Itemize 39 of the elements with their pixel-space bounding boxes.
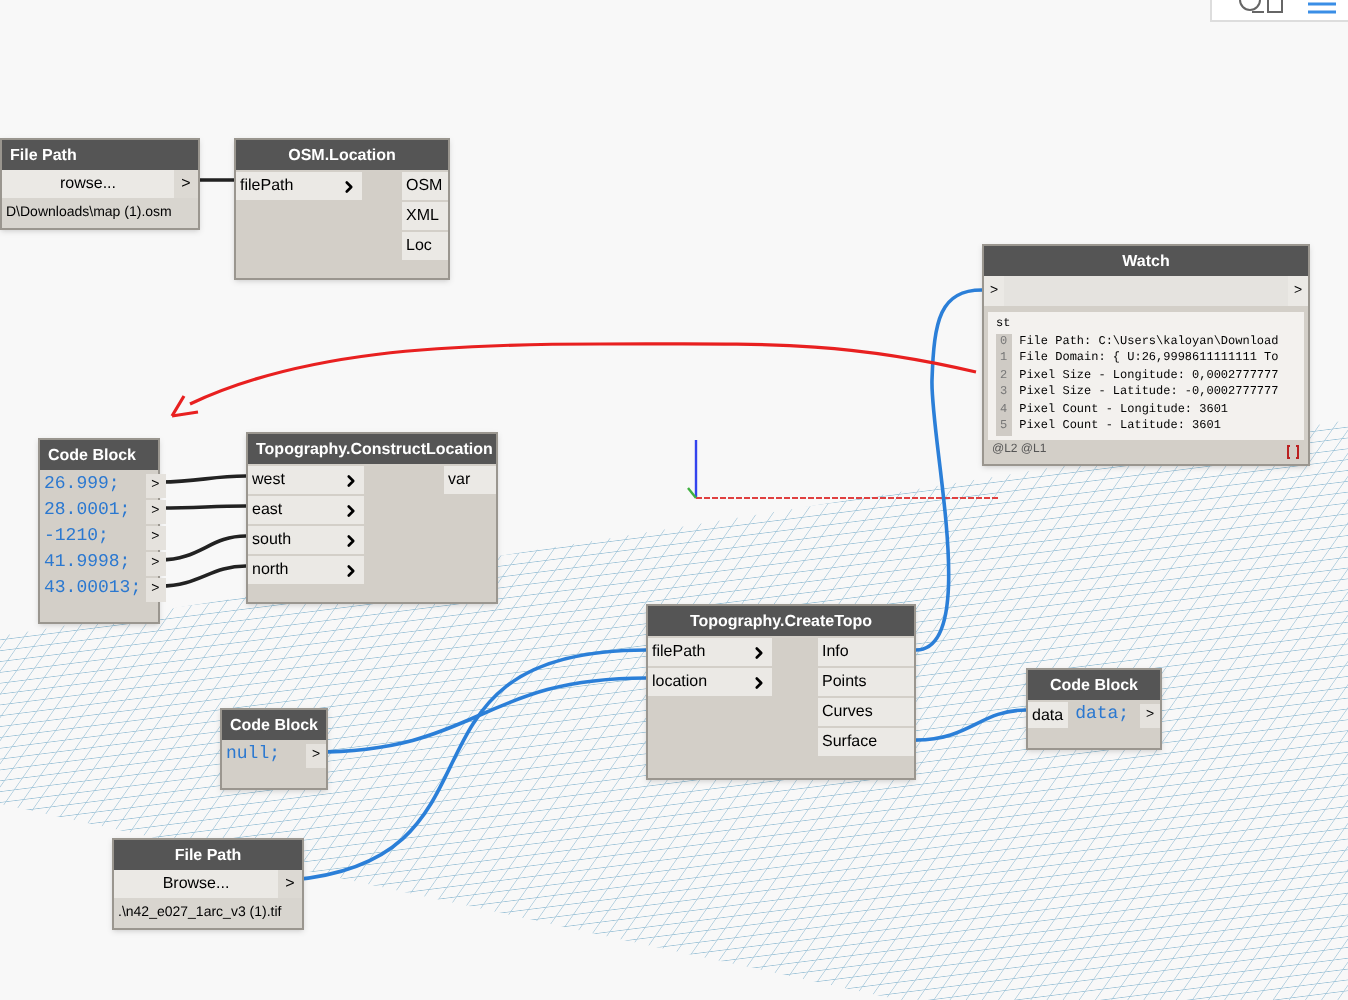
- input-port[interactable]: data: [1028, 702, 1068, 728]
- node-title: File Path: [114, 840, 302, 870]
- output-port[interactable]: >: [278, 870, 302, 898]
- function-node[interactable]: Topography.CreateTopo filePath location Info Points Curves Surface: [646, 604, 916, 780]
- input-port[interactable]: filePath: [236, 172, 362, 200]
- output-port[interactable]: OSM: [402, 172, 448, 200]
- node-title: Watch: [984, 246, 1308, 276]
- wire-connector: [160, 504, 246, 510]
- list-icon[interactable]: [1308, 0, 1336, 16]
- node-title: Code Block: [40, 440, 158, 470]
- chevron-right-icon: [340, 177, 358, 195]
- input-port[interactable]: location: [648, 668, 772, 696]
- input-port[interactable]: south: [248, 526, 364, 554]
- function-node[interactable]: OSM.Location filePath OSM XML Loc: [234, 138, 450, 280]
- node-title: OSM.Location: [236, 140, 448, 170]
- output-port[interactable]: var: [444, 466, 496, 494]
- node-title: File Path: [2, 140, 198, 170]
- node-title: Code Block: [1028, 670, 1160, 700]
- input-port[interactable]: filePath: [648, 638, 772, 666]
- output-port[interactable]: Curves: [818, 698, 914, 726]
- input-port[interactable]: west: [248, 466, 364, 494]
- node-title: Topography.CreateTopo: [648, 606, 914, 636]
- node-title: Code Block: [222, 710, 326, 740]
- browse-button[interactable]: Browse...: [114, 870, 278, 898]
- output-port[interactable]: Surface: [818, 728, 914, 756]
- output-port[interactable]: Points: [818, 668, 914, 696]
- input-port[interactable]: east: [248, 496, 364, 524]
- input-port[interactable]: north: [248, 556, 364, 584]
- output-port[interactable]: Info: [818, 638, 914, 666]
- watch-node[interactable]: [982, 244, 1310, 465]
- output-port[interactable]: >: [174, 170, 198, 198]
- wire-connector: [915, 708, 1027, 742]
- output-port[interactable]: XML: [402, 202, 448, 230]
- output-port[interactable]: Loc: [402, 232, 448, 260]
- function-node[interactable]: Topography.ConstructLocation west east south north var: [246, 432, 498, 604]
- node-title: Topography.ConstructLocation: [248, 434, 496, 464]
- shapes-icon[interactable]: [1236, 0, 1284, 16]
- bracket-icon[interactable]: [1286, 443, 1300, 459]
- browse-button[interactable]: rowse...: [2, 170, 174, 198]
